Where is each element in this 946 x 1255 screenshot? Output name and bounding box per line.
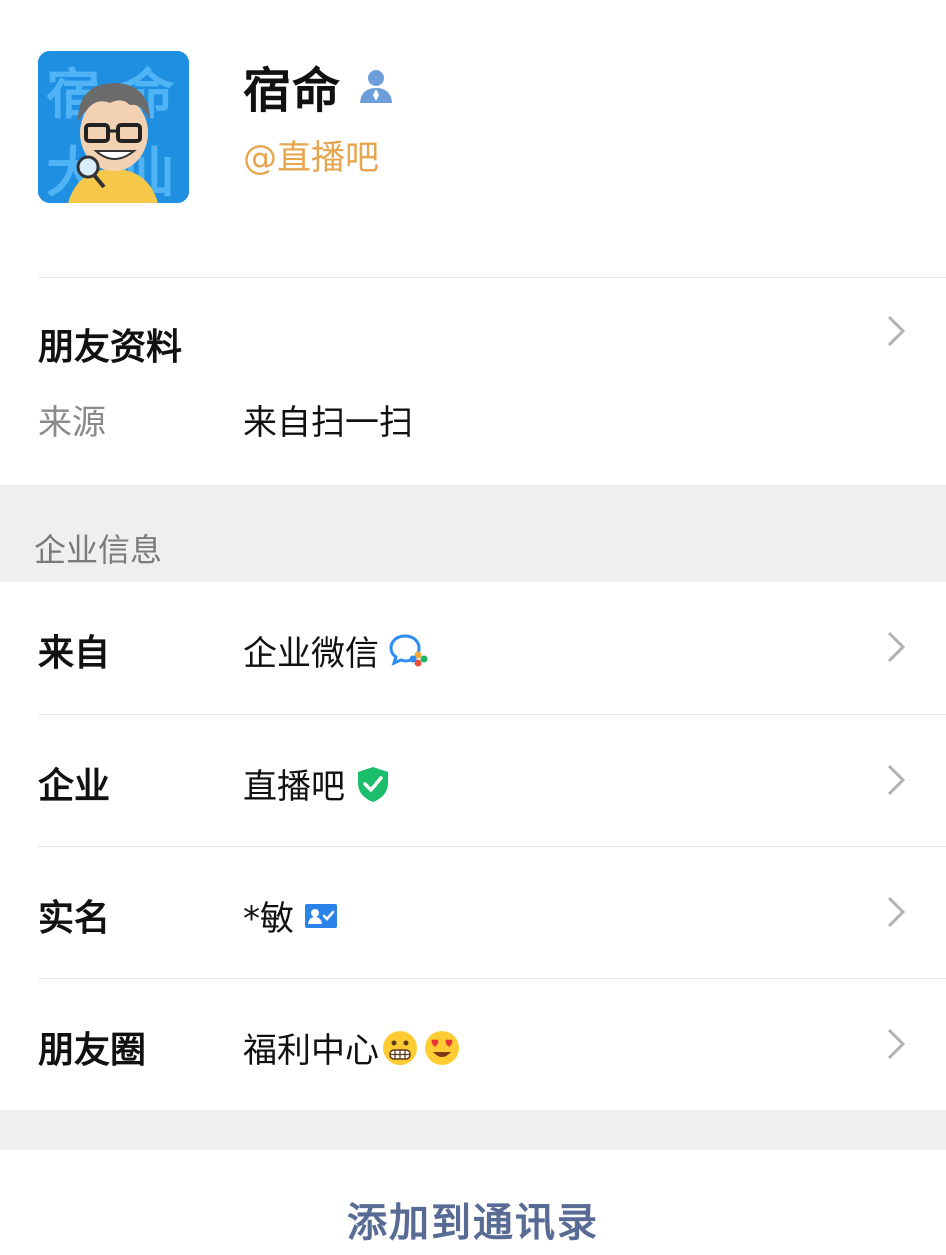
enterprise-section-label: 企业信息 — [34, 531, 163, 569]
row-from[interactable]: 来自 企业微信 — [0, 582, 946, 714]
wecom-icon — [389, 633, 428, 666]
row-moments[interactable]: 朋友圈 福利中心 — [0, 979, 946, 1111]
avatar-image: 宿 命 大 仙 — [38, 51, 189, 203]
row-company[interactable]: 企业 直播吧 — [0, 715, 946, 847]
source-label: 来源 — [38, 403, 106, 443]
profile-header: 宿 命 大 仙 宿命 @直播吧 — [0, 0, 946, 277]
row-label: 朋友圈 — [38, 1030, 147, 1071]
row-value: 企业微信 — [243, 626, 429, 675]
row-value-text: 直播吧 — [243, 767, 345, 807]
row-label: 实名 — [38, 898, 111, 939]
row-value-text: 福利中心 — [243, 1031, 379, 1071]
row-real-name[interactable]: 实名 *敏 — [0, 847, 946, 979]
name-row: 宿命 — [243, 56, 395, 119]
profile-name: 宿命 — [243, 63, 342, 119]
chevron-right-icon[interactable] — [886, 1027, 906, 1061]
chevron-right-icon[interactable] — [886, 630, 906, 664]
row-value: 福利中心 — [243, 1023, 461, 1072]
chevron-right-icon[interactable] — [886, 895, 906, 929]
emoji-grimace-icon — [383, 1030, 417, 1065]
avatar[interactable]: 宿 命 大 仙 — [38, 51, 189, 203]
row-value: *敏 — [243, 891, 338, 940]
row-label: 来自 — [38, 633, 111, 674]
add-to-contacts-button[interactable]: 添加到通讯录 — [0, 1190, 946, 1248]
verified-shield-icon — [358, 766, 388, 802]
friend-info-title: 朋友资料 — [38, 327, 183, 368]
chevron-right-icon[interactable] — [886, 314, 906, 348]
profile-handle: @直播吧 — [243, 138, 379, 178]
row-value-text: 企业微信 — [243, 634, 379, 674]
person-icon — [357, 67, 395, 105]
chevron-right-icon[interactable] — [886, 763, 906, 797]
emoji-heart-eyes-icon — [425, 1030, 459, 1065]
row-label: 企业 — [38, 766, 111, 807]
source-value: 来自扫一扫 — [243, 403, 413, 443]
row-value: 直播吧 — [243, 759, 391, 808]
section-spacer — [0, 1110, 946, 1150]
id-card-icon — [305, 903, 337, 928]
friend-info-section[interactable] — [0, 278, 946, 485]
row-value-text: *敏 — [243, 899, 294, 939]
